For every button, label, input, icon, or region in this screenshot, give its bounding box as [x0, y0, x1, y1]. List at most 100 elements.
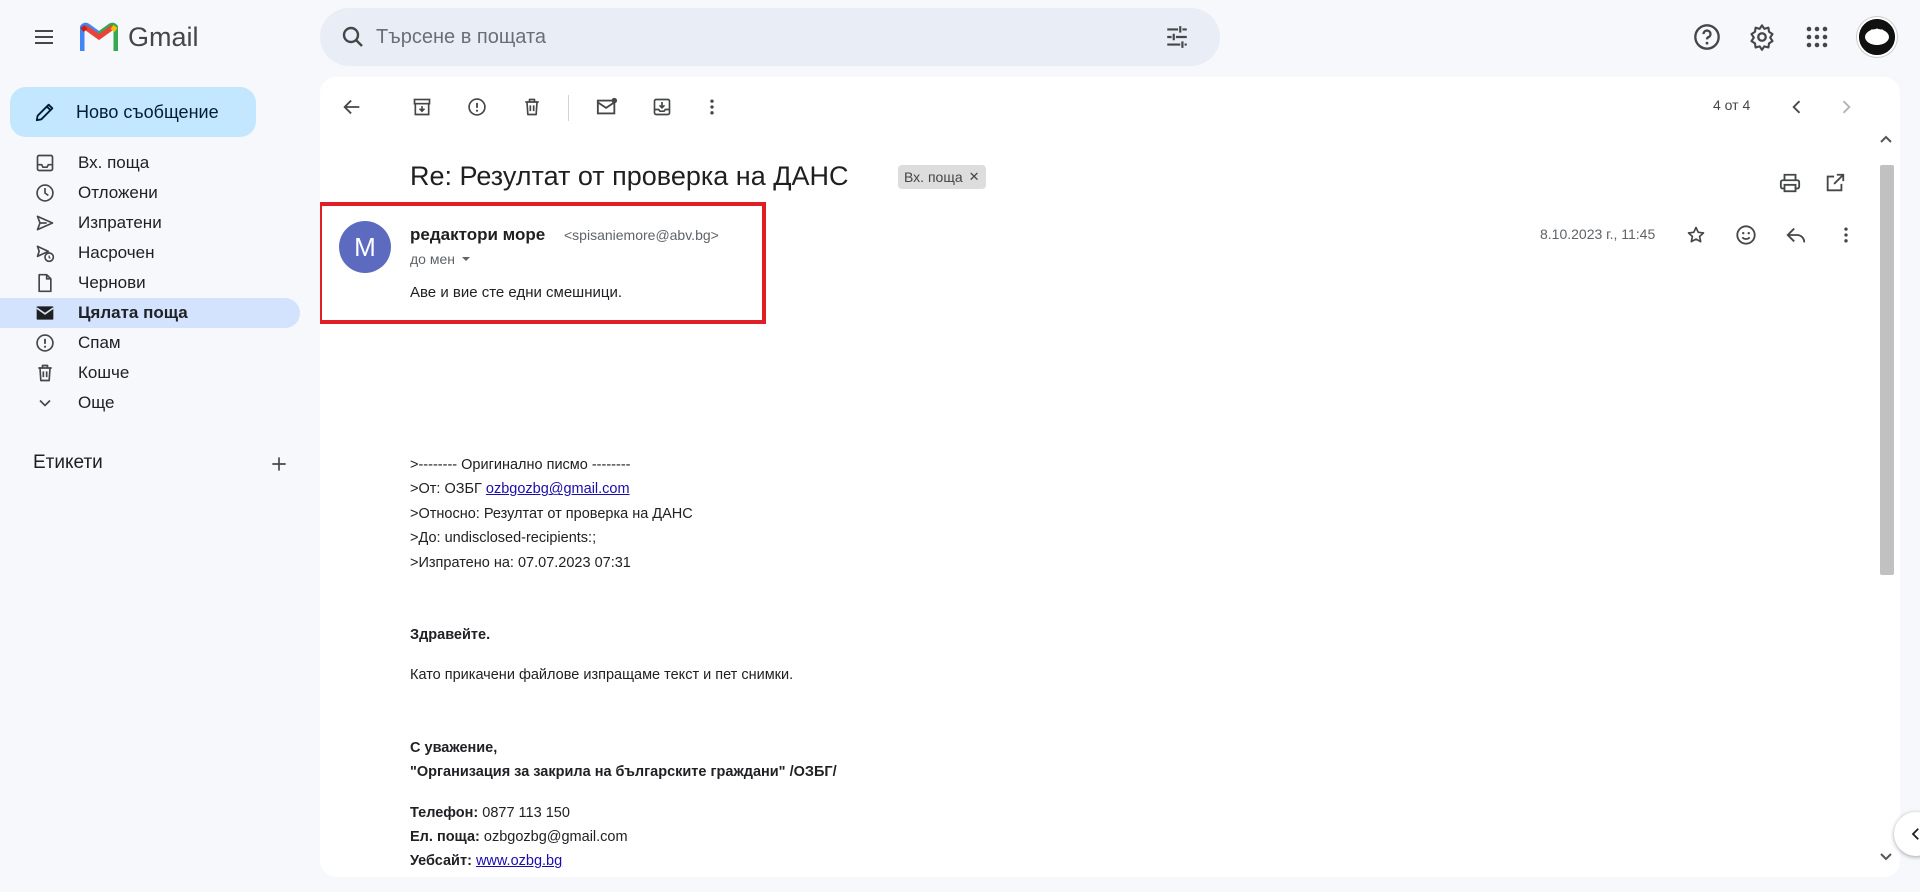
gmail-m-icon [80, 22, 118, 51]
draft-icon [34, 272, 56, 294]
add-label-button[interactable] [265, 450, 293, 478]
label-chip[interactable]: Вх. поща ✕ [898, 165, 986, 189]
back-button[interactable] [334, 89, 370, 125]
star-icon [1687, 226, 1705, 243]
sidebar-item-inbox[interactable]: Вх. поща [0, 148, 300, 178]
sidebar-item-label: Спам [78, 333, 121, 352]
emoji-icon [1736, 225, 1756, 245]
plus-icon [272, 457, 286, 471]
all-mail-icon [34, 302, 56, 324]
scroll-up-icon [1880, 135, 1892, 143]
reply-text: Аве и вие сте едни смешници. [410, 284, 623, 301]
pencil-icon [34, 101, 56, 123]
reply-button[interactable] [1778, 217, 1814, 253]
compose-button[interactable]: Ново съобщение [10, 87, 256, 137]
more-vert-icon [710, 99, 714, 115]
body-paragraph: Като прикачени файлове изпращаме текст и… [410, 667, 794, 684]
trash-icon [525, 98, 539, 116]
add-reaction-button[interactable] [1728, 217, 1764, 253]
toolbar-divider [568, 95, 569, 121]
close-icon[interactable]: ✕ [969, 169, 980, 185]
email-value: ozbgozbg@gmail.com [479, 829, 628, 846]
sender-email: <spisaniemore@abv.bg> [564, 227, 719, 243]
star-button[interactable] [1678, 217, 1714, 253]
avatar-letter: M [354, 231, 376, 262]
search-bar[interactable] [320, 8, 1220, 66]
delete-button[interactable] [514, 89, 550, 125]
settings-button[interactable] [1739, 14, 1785, 60]
sidebar-item-drafts[interactable]: Чернови [0, 268, 300, 298]
newer-button[interactable] [1779, 89, 1815, 125]
spam-icon [34, 332, 56, 354]
compose-label: Ново съобщение [76, 101, 219, 122]
gear-icon [1750, 24, 1774, 51]
move-to-button[interactable] [644, 89, 680, 125]
dropdown-arrow-icon [462, 257, 470, 261]
sidebar-item-label: Още [78, 393, 115, 412]
scrollbar[interactable] [1876, 125, 1896, 870]
clock-icon [34, 182, 56, 204]
sidebar-item-label: Изпратени [78, 213, 162, 232]
chevron-right-icon [1842, 100, 1851, 114]
sidebar-item-snoozed[interactable]: Отложени [0, 178, 300, 208]
sidebar-item-spam[interactable]: Спам [0, 328, 300, 358]
scroll-down-icon [1880, 853, 1892, 861]
sender-name[interactable]: редактори море [410, 225, 545, 245]
older-button[interactable] [1828, 89, 1864, 125]
sidebar-item-trash[interactable]: Кошче [0, 358, 300, 388]
app-name: Gmail [128, 21, 199, 52]
sidebar-item-label: Отложени [78, 183, 158, 202]
apps-button[interactable] [1794, 14, 1840, 60]
regards: С уважение, [410, 739, 498, 756]
message-body: >-------- Оригинално писмо -------- >От:… [410, 453, 1510, 874]
report-spam-button[interactable] [459, 89, 495, 125]
apps-grid-icon [1806, 26, 1828, 48]
sender-avatar[interactable]: M [339, 221, 391, 273]
account-avatar[interactable] [1857, 17, 1897, 57]
recipient-text: до мен [410, 251, 455, 267]
chevron-down-icon [34, 392, 56, 414]
message-view: 4 от 4 Re: Резултат от проверка на ДАНС … [320, 77, 1900, 877]
print-all-button[interactable] [1772, 165, 1808, 201]
hamburger-icon [35, 30, 53, 44]
scroll-thumb[interactable] [1880, 165, 1894, 575]
phone-value: 0877 113 150 [478, 804, 570, 821]
mark-unread-icon [596, 97, 618, 115]
archive-button[interactable] [404, 89, 440, 125]
website-label: Уебсайт: [410, 853, 472, 870]
sidebar-item-label: Кошче [78, 363, 130, 382]
sender-email-link[interactable]: ozbgozbg@gmail.com [486, 481, 630, 497]
sidebar-item-sent[interactable]: Изпратени [0, 208, 300, 238]
email-label: Ел. поща: [410, 829, 480, 846]
help-button[interactable] [1684, 14, 1730, 60]
recipient-line[interactable]: до мен [410, 251, 471, 267]
mark-unread-button[interactable] [589, 89, 625, 125]
main-menu-button[interactable] [20, 13, 68, 61]
sidebar-item-scheduled[interactable]: Насрочен [0, 238, 300, 268]
new-window-button[interactable] [1817, 165, 1853, 201]
message-more-button[interactable] [1828, 217, 1864, 253]
quote-subject: >Относно: Резултат от проверка на ДАНС [410, 505, 693, 522]
pager-text: 4 от 4 [1713, 97, 1751, 113]
account-logo-icon [1859, 19, 1895, 55]
website-line: Уебсайт: www.ozbg.bg [410, 849, 1510, 873]
more-options-button[interactable] [694, 89, 730, 125]
sidebar-item-label: Насрочен [78, 243, 155, 262]
message-date: 8.10.2023 г., 11:45 [1540, 226, 1656, 242]
search-input[interactable] [376, 8, 1136, 66]
labels-heading: Етикети [33, 452, 103, 473]
quote-to: >До: undisclosed-recipients:; [410, 530, 597, 547]
reply-icon [1786, 227, 1806, 243]
phone-label: Телефон: [410, 804, 479, 821]
gmail-logo[interactable]: Gmail [80, 19, 199, 55]
highlight-box [320, 202, 766, 324]
sidebar-nav: Вх. поща Отложени Изпратени Насрочен Чер… [0, 148, 300, 418]
quote-sent: >Изпратено на: 07.07.2023 07:31 [410, 554, 631, 571]
website-link[interactable]: www.ozbg.bg [476, 853, 562, 869]
archive-icon [413, 98, 431, 116]
search-options-icon[interactable] [1160, 20, 1194, 54]
search-icon[interactable] [336, 20, 370, 54]
sidebar-item-all-mail[interactable]: Цялата поща [0, 298, 300, 328]
sidebar-item-more[interactable]: Още [0, 388, 300, 418]
quote-from-label: >От: ОЗБГ [410, 481, 486, 498]
